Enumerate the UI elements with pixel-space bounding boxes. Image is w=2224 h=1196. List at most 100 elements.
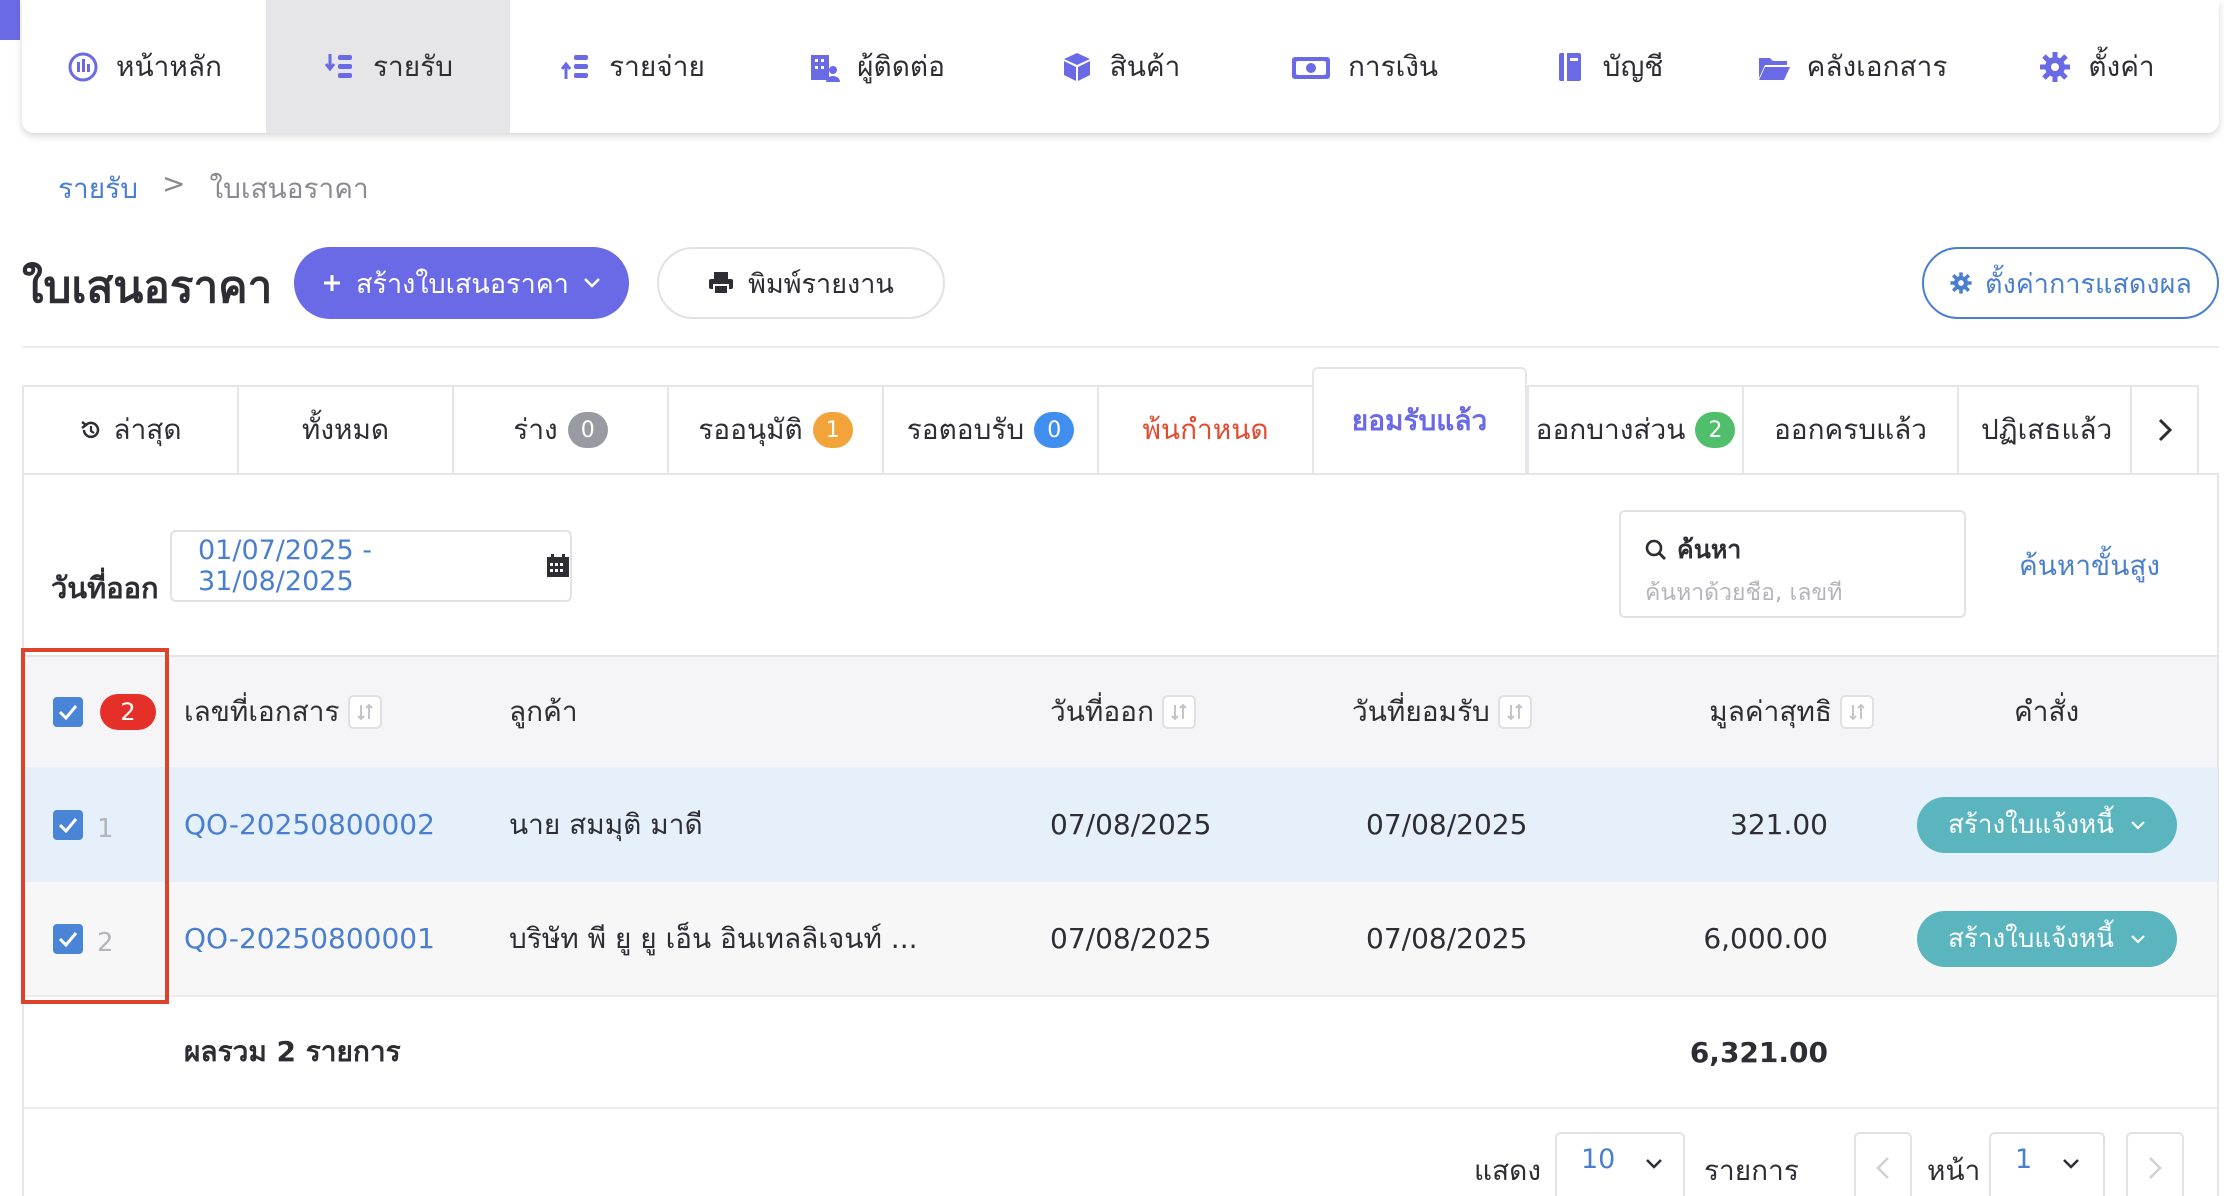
- column-header-action: คำสั่ง: [2014, 657, 2079, 767]
- nav-item-expense[interactable]: รายจ่าย: [510, 0, 754, 133]
- create-invoice-button[interactable]: สร้างใบแจ้งหนี้: [1917, 796, 2177, 853]
- nav-item-dashboard[interactable]: หน้าหลัก: [22, 0, 266, 133]
- column-header-issue-date[interactable]: วันที่ออก: [1050, 657, 1196, 767]
- column-header-accept-date[interactable]: วันที่ยอมรับ: [1352, 657, 1532, 767]
- tab-label: ทั้งหมด: [301, 413, 390, 446]
- tab-accepted[interactable]: ยอมรับแล้ว: [1312, 367, 1527, 473]
- tab-rejected[interactable]: ปฏิเสธแล้ว: [1957, 385, 2130, 473]
- chevron-right-icon: [2158, 418, 2172, 442]
- date-range-picker[interactable]: 01/07/2025 - 31/08/2025: [170, 530, 572, 602]
- chevron-down-icon: [2131, 934, 2145, 944]
- row-checkbox[interactable]: [53, 923, 83, 954]
- chevron-down-icon: [584, 278, 600, 288]
- next-page-button[interactable]: [2126, 1132, 2184, 1196]
- sort-icon[interactable]: [1497, 695, 1532, 729]
- table-row[interactable]: 1 QO-20250800002 นาย สมมุติ มาดี 07/08/2…: [24, 767, 2217, 882]
- doc-no-link[interactable]: QO-20250800002: [184, 808, 435, 841]
- table-row[interactable]: 2 QO-20250800001 บริษัท พี ยู ยู เอ็น อิ…: [24, 882, 2217, 997]
- select-all-cell: [53, 657, 83, 767]
- corner-accent: [0, 0, 20, 40]
- create-invoice-label: สร้างใบแจ้งหนี้: [1948, 924, 2114, 954]
- items-label: รายการ: [1704, 1154, 1799, 1187]
- page-size-label: แสดง: [1474, 1154, 1541, 1187]
- tab-overdue[interactable]: พ้นกำหนด: [1097, 385, 1312, 473]
- tab-label: ปฏิเสธแล้ว: [1981, 413, 2113, 446]
- gear-icon: [1950, 272, 1972, 294]
- print-report-button[interactable]: พิมพ์รายงาน: [657, 247, 945, 319]
- advanced-search-link[interactable]: ค้นหาขั้นสูง: [2019, 544, 2160, 588]
- tab-label: ออกบางส่วน: [1535, 413, 1686, 446]
- select-all-checkbox[interactable]: [53, 697, 83, 727]
- create-quotation-button[interactable]: สร้างใบเสนอราคา: [294, 247, 629, 319]
- tab-draft[interactable]: ร่าง 0: [452, 385, 667, 473]
- tab-label: ออกครบแล้ว: [1773, 413, 1928, 446]
- nav-item-income[interactable]: รายรับ: [266, 0, 510, 133]
- chevron-down-icon: [1646, 1159, 1663, 1169]
- nav-item-documents[interactable]: คลังเอกสาร: [1730, 0, 1974, 133]
- accept-date-cell: 07/08/2025: [1366, 922, 1528, 955]
- column-header-doc-no[interactable]: เลขที่เอกสาร: [184, 657, 382, 767]
- row-number: 1: [97, 813, 114, 844]
- nav-item-contacts[interactable]: ผู้ติดต่อ: [754, 0, 998, 133]
- issue-date-cell: 07/08/2025: [1050, 922, 1212, 955]
- nav-item-finance[interactable]: การเงิน: [1242, 0, 1486, 133]
- tab-label: ล่าสุด: [113, 413, 182, 446]
- nav-label: สินค้า: [1109, 49, 1181, 83]
- search-input[interactable]: [1645, 580, 1940, 606]
- display-settings-button[interactable]: ตั้งค่าการแสดงผล: [1922, 247, 2219, 319]
- doc-no-cell: QO-20250800001: [184, 882, 435, 995]
- tab-partially-issued[interactable]: ออกบางส่วน 2: [1527, 385, 1742, 473]
- sort-icon[interactable]: [1161, 695, 1196, 729]
- total-value: 6,321.00: [1689, 1035, 1828, 1069]
- page-title: ใบเสนอราคา: [22, 262, 273, 313]
- checkmark-icon: [58, 705, 78, 720]
- breadcrumb-parent-link[interactable]: รายรับ: [58, 167, 138, 211]
- income-icon: [324, 53, 352, 78]
- issue-date-cell: 07/08/2025: [1050, 808, 1212, 841]
- date-range-value: 01/07/2025 - 31/08/2025: [198, 535, 372, 597]
- column-header-net-value[interactable]: มูลค่าสุทธิ: [1604, 657, 1874, 767]
- dashboard-icon: [68, 52, 98, 81]
- page-size-select[interactable]: 10: [1555, 1132, 1685, 1196]
- checkmark-icon: [58, 931, 78, 947]
- calendar-icon: [547, 554, 570, 577]
- tab-pending-approval[interactable]: รออนุมัติ 1: [667, 385, 882, 473]
- count-badge: 0: [567, 412, 608, 448]
- customer-cell: บริษัท พี ยู ยู เอ็น อินเทลลิเจนท์ ...: [509, 921, 918, 955]
- create-invoice-button[interactable]: สร้างใบแจ้งหนี้: [1917, 910, 2177, 967]
- nav-item-products[interactable]: สินค้า: [998, 0, 1242, 133]
- search-icon: [1645, 539, 1666, 560]
- net-value-cell: 321.00: [1730, 808, 1828, 841]
- tab-latest[interactable]: ล่าสุด: [22, 385, 237, 473]
- tab-fully-issued[interactable]: ออกครบแล้ว: [1742, 385, 1957, 473]
- sort-icon[interactable]: [347, 695, 382, 729]
- nav-label: บัญชี: [1602, 49, 1664, 83]
- nav-item-accounting[interactable]: บัญชี: [1486, 0, 1730, 133]
- plus-icon: [324, 275, 341, 291]
- search-box: ค้นหา: [1619, 510, 1966, 618]
- money-icon: [1291, 56, 1330, 79]
- column-label: คำสั่ง: [2014, 695, 2080, 728]
- breadcrumb: รายรับ > ใบเสนอราคา: [58, 167, 369, 211]
- page-label: หน้า: [1927, 1154, 1981, 1187]
- nav-label: รายรับ: [373, 49, 453, 83]
- tab-awaiting-response[interactable]: รอตอบรับ 0: [882, 385, 1097, 473]
- count-badge: 0: [1034, 412, 1075, 448]
- row-number: 2: [97, 927, 114, 958]
- row-checkbox[interactable]: [53, 809, 83, 840]
- doc-no-link[interactable]: QO-20250800001: [184, 922, 435, 955]
- doc-no-cell: QO-20250800002: [184, 767, 435, 882]
- action-cell: สร้างใบแจ้งหนี้: [1917, 767, 2177, 882]
- net-value-cell: 6,000.00: [1703, 922, 1828, 955]
- tab-label: พ้นกำหนด: [1142, 413, 1269, 446]
- column-label: มูลค่าสุทธิ: [1709, 695, 1832, 728]
- prev-page-button[interactable]: [1854, 1132, 1912, 1196]
- table-footer: ผลรวม 2 รายการ 6,321.00: [24, 997, 2217, 1109]
- total-label: ผลรวม 2 รายการ: [184, 1035, 401, 1068]
- tab-all[interactable]: ทั้งหมด: [237, 385, 452, 473]
- page-select[interactable]: 1: [1989, 1132, 2105, 1196]
- nav-item-settings[interactable]: ตั้งค่า: [1974, 0, 2219, 133]
- nav-label: การเงิน: [1347, 49, 1439, 83]
- tabs-scroll-right-button[interactable]: [2130, 385, 2199, 473]
- sort-icon[interactable]: [1840, 695, 1874, 729]
